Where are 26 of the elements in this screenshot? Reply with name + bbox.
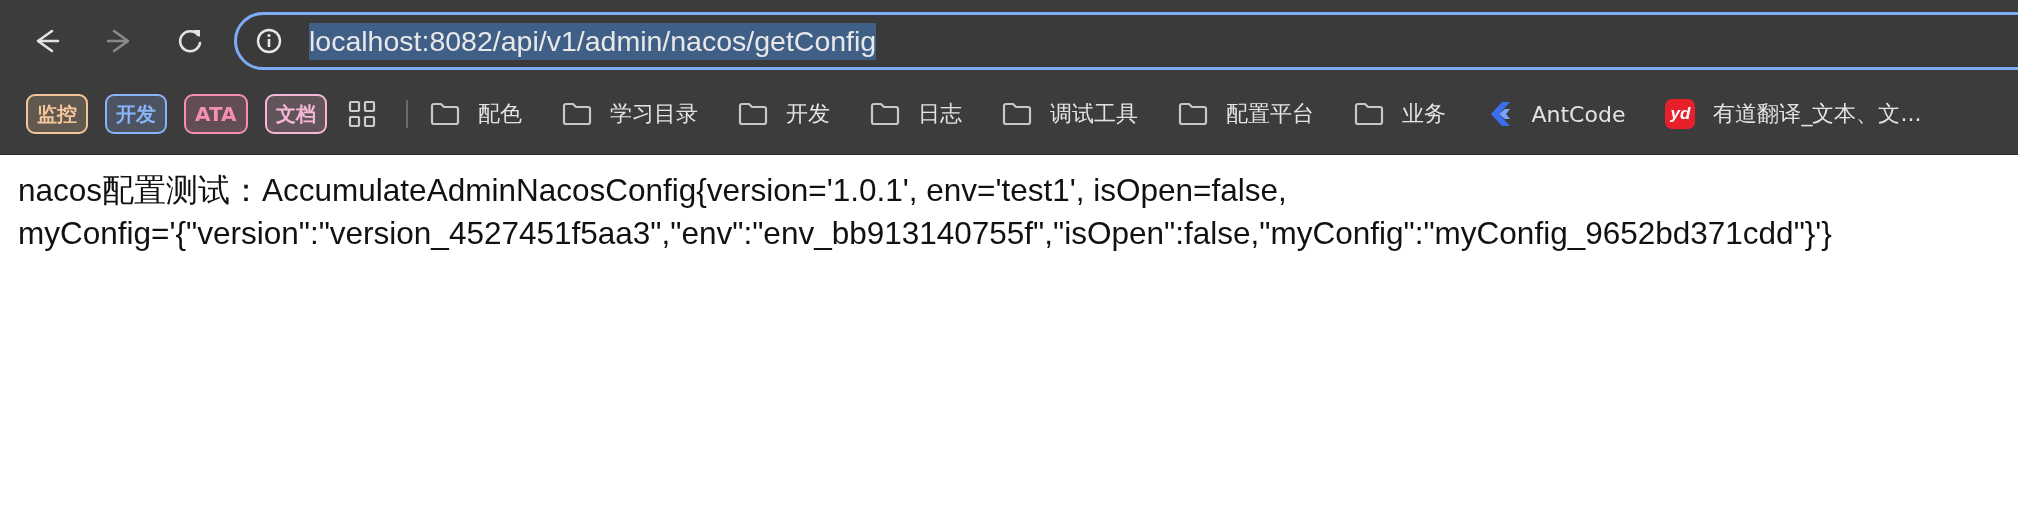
folder-icon[interactable]: [737, 101, 768, 127]
info-icon[interactable]: [255, 27, 283, 55]
bookmark-chip[interactable]: 开发: [105, 94, 167, 134]
page-text: nacos配置测试：AccumulateAdminNacosConfig{version='1.0.1', env='test1', isOpen=false, myConfig='{"version":"version_4527451f5aa3","env":"env_bb913140755f","isOpen":false,"myConfig":"myConfig_9652bd371cdd"}'}: [18, 171, 1833, 253]
bookmark-folder[interactable]: 学习目录: [561, 99, 698, 129]
apps-grid-icon[interactable]: [347, 100, 376, 128]
bookmark-link[interactable]: yd 有道翻译_文本、文...: [1665, 99, 1922, 129]
folder-icon[interactable]: [1001, 101, 1032, 127]
bookmark-folder[interactable]: 调试工具: [1001, 99, 1138, 129]
folder-icon[interactable]: [429, 101, 460, 127]
reload-icon[interactable]: [176, 27, 204, 55]
folder-icon[interactable]: [1177, 101, 1208, 127]
bookmark-folder[interactable]: 日志: [869, 99, 962, 129]
folder-icon[interactable]: [1353, 101, 1384, 127]
bookmark-folder[interactable]: 配色: [429, 99, 522, 129]
bookmark-folder[interactable]: 配置平台: [1177, 99, 1314, 129]
url-text: localhost:8082/api/v1/admin/nacos/getConfig: [309, 22, 877, 60]
bookmark-link[interactable]: AntCode: [1485, 100, 1626, 128]
address-bar[interactable]: localhost:8082/api/v1/admin/nacos/getConfig: [234, 12, 2018, 70]
bookmark-chip[interactable]: 文档: [264, 94, 327, 134]
app-logo: yd: [1665, 99, 1696, 129]
bookmark-chip[interactable]: 监控: [26, 94, 88, 134]
bookmark-folder[interactable]: 业务: [1353, 99, 1446, 129]
folder-icon[interactable]: [869, 101, 900, 127]
bookmark-folder[interactable]: 开发: [737, 99, 830, 129]
folder-icon[interactable]: [561, 101, 592, 127]
